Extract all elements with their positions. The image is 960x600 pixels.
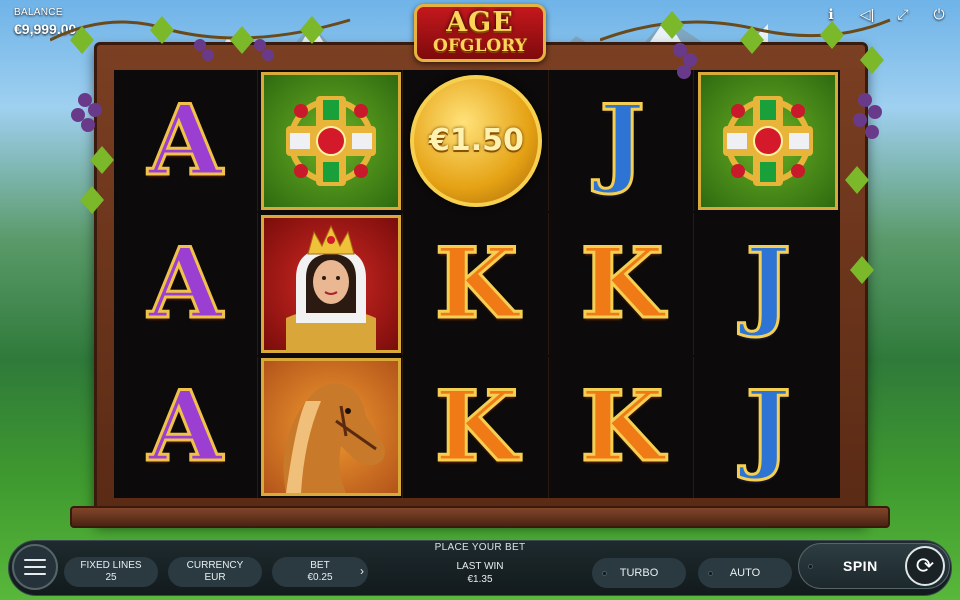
fixed-lines-value: 25 — [105, 572, 117, 583]
vine-decoration-right — [600, 11, 891, 284]
turbo-label: TURBO — [619, 567, 659, 579]
power-icon[interactable]: ⏻ — [930, 6, 948, 23]
bet-value: €0.25 — [307, 572, 333, 583]
reel-frame-base — [70, 506, 890, 528]
reel-4-row-3: K — [551, 356, 695, 498]
grapes-icon — [673, 43, 882, 139]
reel-3-row-2: K — [405, 213, 549, 355]
symbol-k: K — [579, 370, 665, 484]
auto-indicator — [708, 571, 713, 576]
vine-decoration-left — [50, 16, 351, 214]
symbol-j: J — [744, 370, 792, 484]
bet-label: BET — [310, 560, 330, 571]
game-logo: AGE OFGLORY — [395, 0, 565, 66]
menu-button[interactable] — [12, 544, 58, 590]
currency-button[interactable]: CURRENCY EUR — [168, 557, 262, 587]
bet-button[interactable]: BET €0.25 › — [272, 557, 368, 587]
reel-5-row-3: J — [696, 357, 840, 498]
chevron-right-icon: › — [360, 564, 364, 578]
spin-label: SPIN — [843, 558, 878, 574]
currency-value: EUR — [204, 572, 226, 583]
reel-1-row-3: A — [114, 356, 258, 498]
horse-icon — [283, 383, 385, 494]
spin-icon[interactable]: ⟳ — [905, 546, 945, 586]
last-win-label: LAST WIN — [456, 561, 504, 572]
auto-toggle[interactable]: AUTO — [698, 558, 792, 588]
currency-label: CURRENCY — [186, 560, 244, 571]
symbol-k: K — [433, 370, 519, 484]
fixed-lines-display: FIXED LINES 25 — [64, 557, 158, 587]
last-win-value: €1.35 — [467, 574, 493, 585]
logo-line-2: OFGLORY — [433, 36, 527, 56]
reel-2-row-3 — [260, 356, 404, 498]
reel-3-row-1: €1.50 — [405, 70, 549, 212]
turbo-toggle[interactable]: TURBO — [592, 558, 686, 588]
reel-3-row-3: K — [405, 356, 549, 498]
grapes-icon — [71, 39, 274, 132]
coin-value: €1.50 — [429, 123, 524, 159]
logo-line-1: AGE — [446, 7, 514, 38]
auto-label: AUTO — [729, 567, 761, 579]
symbol-coin: €1.50 — [410, 74, 543, 207]
symbol-a: A — [147, 370, 225, 484]
spin-indicator — [808, 564, 813, 569]
hamburger-icon — [24, 559, 46, 561]
symbol-k: K — [433, 226, 519, 340]
last-win-display: LAST WIN €1.35 — [430, 560, 530, 586]
fixed-lines-label: FIXED LINES — [80, 560, 142, 571]
symbol-horse — [260, 358, 401, 497]
place-bet-text: PLACE YOUR BET — [434, 542, 526, 553]
spin-button[interactable]: SPIN ⟳ — [798, 543, 950, 589]
turbo-indicator — [602, 571, 607, 576]
